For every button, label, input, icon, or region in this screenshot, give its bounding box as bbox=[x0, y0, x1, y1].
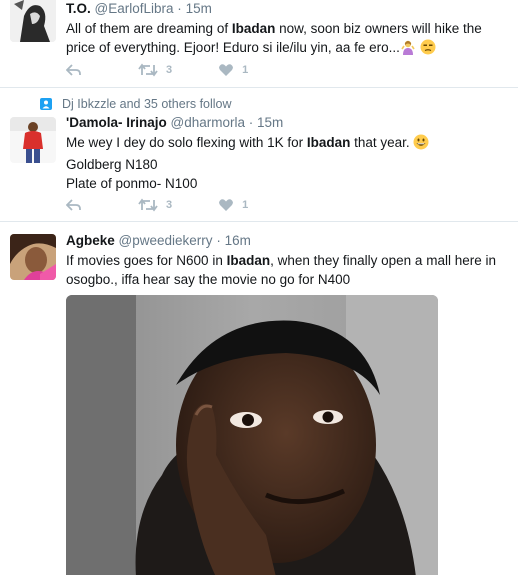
person-follow-icon bbox=[40, 98, 52, 110]
user-handle[interactable]: @EarlofLibra bbox=[95, 1, 174, 16]
tweet-text: If movies goes for N600 in Ibadan, when … bbox=[66, 253, 496, 287]
like-count: 1 bbox=[242, 199, 249, 211]
keyword-highlight: Ibadan bbox=[226, 253, 271, 268]
avatar[interactable] bbox=[10, 117, 56, 163]
keyword-highlight: Ibadan bbox=[231, 21, 276, 36]
heart-icon bbox=[219, 199, 234, 211]
tweet-header: Agbeke @pweediekerry · 16m bbox=[66, 232, 514, 250]
tweet-media-image[interactable] bbox=[66, 295, 438, 575]
tweet-text: All of them are dreaming of Ibadan now, … bbox=[66, 19, 514, 60]
social-context-text: Dj Ibkzzle and 35 others follow bbox=[62, 97, 232, 111]
display-name[interactable]: Agbeke bbox=[66, 233, 115, 248]
keyword-highlight: Ibadan bbox=[306, 135, 351, 150]
retweet-button[interactable]: 3 bbox=[138, 63, 172, 77]
like-button[interactable]: 1 bbox=[218, 198, 248, 212]
like-button[interactable]: 1 bbox=[218, 63, 248, 77]
tweet-time[interactable]: 15m bbox=[257, 115, 283, 130]
tweet-text: Me wey I dey do solo flexing with 1K for… bbox=[66, 133, 514, 155]
tweet-header: T.O. @EarlofLibra · 15m bbox=[66, 0, 514, 18]
avatar[interactable] bbox=[10, 234, 56, 280]
tweet-actions: 3 1 bbox=[66, 196, 248, 214]
user-handle[interactable]: @dharmorla bbox=[171, 115, 245, 130]
separator-dot: · bbox=[216, 233, 221, 248]
separator-dot: · bbox=[248, 115, 254, 130]
tweet-item[interactable]: Dj Ibkzzle and 35 others follow 'Damola-… bbox=[0, 88, 518, 222]
heart-icon bbox=[219, 64, 234, 76]
tweet-time[interactable]: 15m bbox=[186, 1, 212, 16]
tweet-feed: T.O. @EarlofLibra · 15m All of them are … bbox=[0, 0, 518, 575]
tweet-actions: 3 1 bbox=[66, 61, 248, 79]
display-name[interactable]: T.O. bbox=[66, 1, 91, 16]
retweet-count: 3 bbox=[166, 64, 173, 76]
user-handle[interactable]: @pweediekerry bbox=[119, 233, 213, 248]
reply-icon bbox=[66, 64, 81, 76]
retweet-count: 3 bbox=[166, 199, 173, 211]
tweet-time[interactable]: 16m bbox=[225, 233, 251, 248]
social-context[interactable]: Dj Ibkzzle and 35 others follow bbox=[40, 97, 232, 111]
tweet-text-line: Goldberg N180 bbox=[66, 157, 158, 172]
tweet-header: 'Damola- Irinajo @dharmorla · 15m bbox=[66, 114, 514, 132]
retweet-button[interactable]: 3 bbox=[138, 198, 172, 212]
separator-dot: · bbox=[177, 1, 182, 16]
like-count: 1 bbox=[242, 64, 249, 76]
unamused-face-icon bbox=[420, 39, 436, 60]
retweet-icon bbox=[138, 198, 158, 212]
tweet-item[interactable]: Agbeke @pweediekerry · 16m If movies goe… bbox=[0, 222, 518, 575]
tweet-item[interactable]: T.O. @EarlofLibra · 15m All of them are … bbox=[0, 0, 518, 88]
grinning-face-icon bbox=[413, 134, 429, 155]
display-name[interactable]: 'Damola- Irinajo bbox=[66, 115, 167, 130]
person-gesturing-icon bbox=[400, 39, 416, 60]
retweet-icon bbox=[138, 63, 158, 77]
reply-icon bbox=[66, 199, 81, 211]
reply-button[interactable] bbox=[66, 198, 82, 212]
reply-button[interactable] bbox=[66, 63, 82, 77]
avatar[interactable] bbox=[10, 0, 56, 42]
tweet-text-line: Plate of ponmo- N100 bbox=[66, 176, 198, 191]
